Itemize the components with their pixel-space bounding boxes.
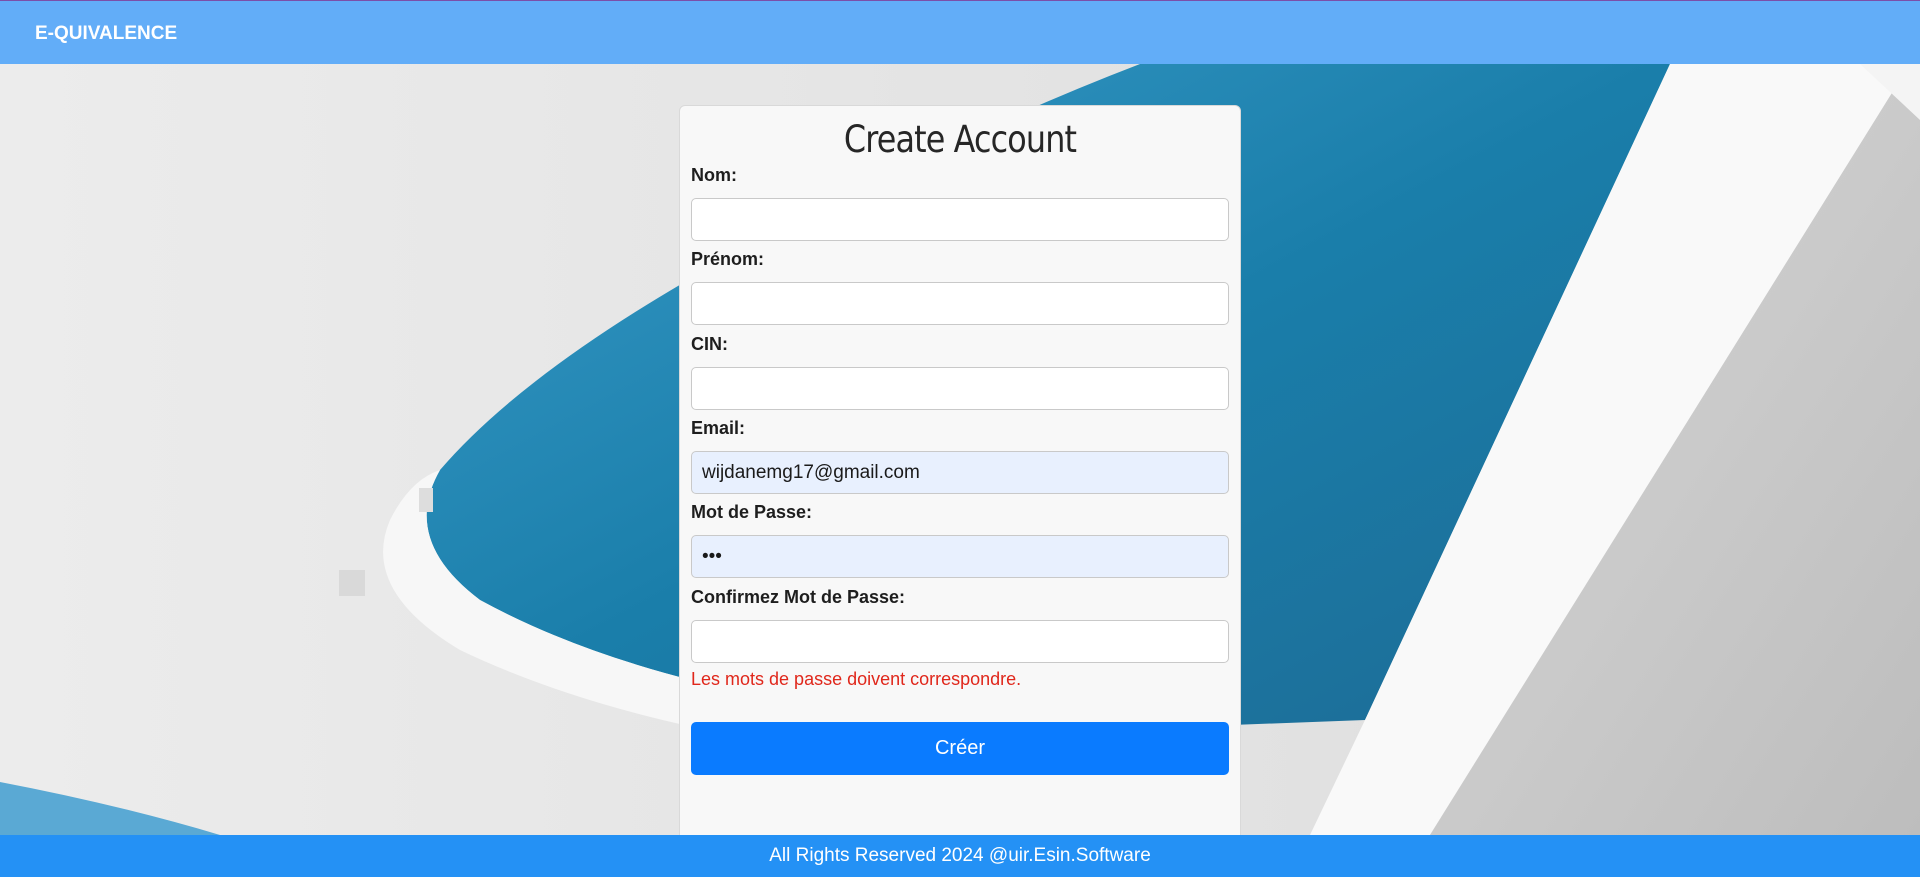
cin-label: CIN: [691,334,728,354]
prenom-label: Prénom: [691,249,765,269]
confirm-password-input[interactable] [691,620,1229,663]
top-navbar: E-QUIVALENCE [0,0,1920,64]
footer-text: All Rights Reserved 2024 @uir.Esin.Softw… [769,845,1151,866]
create-account-card: Create Account Nom: Prénom: CIN: Email: … [679,105,1241,845]
email-label: Email: [691,418,746,438]
create-button[interactable]: Créer [691,722,1229,775]
prenom-input[interactable] [691,282,1229,325]
footer: All Rights Reserved 2024 @uir.Esin.Softw… [0,835,1920,877]
email-input[interactable] [691,451,1229,494]
nom-label: Nom: [691,165,737,185]
nom-input[interactable] [691,198,1229,241]
password-input[interactable] [691,535,1229,578]
confirm-password-label: Confirmez Mot de Passe: [691,587,906,607]
password-mismatch-error: Les mots de passe doivent correspondre. [691,669,1022,689]
password-label: Mot de Passe: [691,502,813,522]
brand-logo[interactable]: E-QUIVALENCE [35,23,177,45]
form-title: Create Account [843,118,1077,161]
cin-input[interactable] [691,367,1229,410]
